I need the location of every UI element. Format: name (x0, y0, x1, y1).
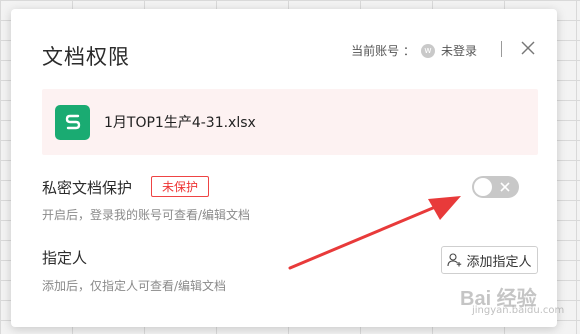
close-icon (521, 41, 535, 55)
add-designated-person-label: 添加指定人 (466, 254, 532, 270)
add-designated-person-button[interactable]: 添加指定人 (441, 246, 538, 274)
dialog-title: 文档权限 (42, 45, 130, 69)
status-badge: 未保护 (151, 176, 210, 197)
file-name: 1月TOP1生产4-31.xlsx (104, 115, 256, 131)
toggle-knob (474, 178, 492, 196)
baidu-watermark-url: jingyan.baidu.com (472, 305, 565, 316)
private-protection-toggle[interactable] (472, 176, 519, 198)
toggle-off-icon (500, 182, 510, 192)
header-divider (501, 41, 502, 57)
s-logo-icon (65, 114, 80, 130)
document-permission-dialog: 文档权限 当前账号 ： w 未登录 1月TOP1生产4-31.xlsx 私密文档… (11, 9, 557, 327)
spreadsheet-file-icon (55, 104, 90, 140)
private-protection-description: 开启后，登录我的账号可查看/编辑文档 (42, 208, 251, 222)
add-user-icon (447, 253, 462, 267)
close-button[interactable] (518, 38, 538, 58)
designated-person-title: 指定人 (42, 249, 88, 267)
file-card: 1月TOP1生产4-31.xlsx (42, 89, 538, 155)
account-label: 当前账号 ： (351, 44, 415, 58)
current-account: 当前账号 ： w 未登录 (351, 42, 477, 59)
login-status-link[interactable]: 未登录 (441, 42, 477, 59)
designated-person-description: 添加后，仅指定人可查看/编辑文档 (42, 279, 227, 293)
avatar-icon: w (420, 43, 435, 58)
private-protection-title: 私密文档保护 (42, 179, 133, 197)
